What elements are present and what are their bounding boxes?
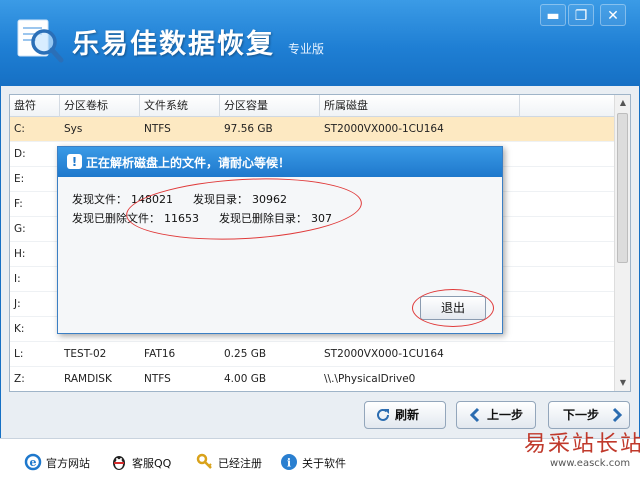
annotation-oval-exit: [412, 289, 494, 327]
cell-drive: G:: [14, 223, 26, 235]
scroll-thumb[interactable]: [617, 113, 628, 263]
table-row[interactable]: Z: RAMDISK NTFS 4.00 GB \\.\PhysicalDrive0: [10, 367, 630, 391]
cell-drive: J:: [14, 298, 21, 310]
key-icon: [196, 453, 212, 469]
ie-globe-icon: e: [24, 453, 42, 471]
found-files-label: 发现文件：: [72, 193, 127, 206]
refresh-icon: [377, 408, 389, 421]
close-button[interactable]: ✕: [600, 4, 626, 26]
cell-spacer: [520, 317, 616, 342]
cell-label: TEST-02: [64, 348, 107, 360]
column-header-disk[interactable]: 所属磁盘: [320, 95, 520, 117]
cell-disk: \\.\PhysicalDrive0: [324, 373, 416, 385]
qq-penguin-icon: [113, 456, 125, 470]
cell-label: RAMDISK: [64, 373, 112, 385]
column-header-spacer: [520, 95, 616, 117]
scroll-down-arrow-icon[interactable]: ▼: [615, 375, 630, 391]
app-edition: 专业版: [288, 42, 325, 56]
cell-filesystem: NTFS: [144, 373, 171, 385]
column-header-size[interactable]: 分区容量: [220, 95, 320, 117]
watermark-url: www.easck.com: [550, 458, 631, 469]
app-title: 乐易佳数据恢复: [72, 29, 275, 60]
dialog-body: 发现文件： 148021 发现目录： 30962 发现已删除文件： 11653 发现已删除…: [58, 172, 502, 333]
scan-progress-dialog: ! 正在解析磁盘上的文件，请耐心等候！ 发现文件： 148021 发现目录： 3096…: [57, 146, 503, 334]
cell-drive: C:: [14, 123, 25, 135]
cell-drive: I:: [14, 273, 21, 285]
info-icon: !: [67, 154, 82, 169]
chevron-left-icon: [469, 407, 480, 423]
table-header: 盘符 分区卷标 文件系统 分区容量 所属磁盘: [10, 95, 630, 117]
cell-spacer: [520, 117, 616, 142]
cell-spacer: [520, 217, 616, 242]
maximize-button[interactable]: ❐: [568, 4, 594, 26]
cell-size: 4.00 GB: [224, 373, 267, 385]
registered-label: 已经注册: [218, 457, 262, 470]
cell-spacer: [520, 192, 616, 217]
cell-spacer: [520, 292, 616, 317]
cell-spacer: [520, 242, 616, 267]
cell-spacer: [520, 167, 616, 192]
cell-disk: ST2000VX000-1CU164: [324, 348, 444, 360]
cell-disk: ST2000VX000-1CU164: [324, 123, 444, 135]
vertical-scrollbar[interactable]: ▲ ▼: [614, 95, 630, 391]
cell-spacer: [520, 267, 616, 292]
qq-support-label: 客服QQ: [132, 457, 172, 470]
minimize-button[interactable]: ▬: [540, 4, 566, 26]
prev-step-label: 上一步: [487, 408, 524, 422]
chevron-right-icon: [612, 407, 623, 423]
title-bar: 乐易佳数据恢复 专业版 ▬ ❐ ✕: [0, 0, 640, 86]
cell-drive: D:: [14, 148, 26, 160]
cell-filesystem: NTFS: [144, 123, 171, 135]
svg-text:e: e: [30, 456, 37, 469]
cell-spacer: [520, 142, 616, 167]
watermark-text: 易采站长站: [524, 432, 640, 457]
cell-drive: E:: [14, 173, 25, 185]
column-header-label[interactable]: 分区卷标: [60, 95, 140, 117]
refresh-label: 刷新: [395, 408, 420, 422]
cell-filesystem: FAT16: [144, 348, 176, 360]
table-row[interactable]: L: TEST-02 FAT16 0.25 GB ST2000VX000-1CU164: [10, 342, 630, 367]
cell-size: 97.56 GB: [224, 123, 273, 135]
cell-size: 0.25 GB: [224, 348, 267, 360]
info-circle-icon: i: [281, 454, 297, 470]
cell-label: Sys: [64, 123, 83, 135]
cell-drive: K:: [14, 323, 25, 335]
column-header-drive[interactable]: 盘符: [10, 95, 60, 117]
annotation-oval-stats: [124, 172, 364, 246]
dialog-header: ! 正在解析磁盘上的文件，请耐心等候！: [58, 147, 502, 177]
column-header-filesystem[interactable]: 文件系统: [140, 95, 220, 117]
cell-spacer: [520, 367, 616, 391]
table-row[interactable]: C: Sys NTFS 97.56 GB ST2000VX000-1CU164: [10, 117, 630, 142]
website-label: 官方网站: [46, 457, 90, 470]
scroll-up-arrow-icon[interactable]: ▲: [615, 95, 630, 111]
cell-spacer: [520, 342, 616, 367]
cell-drive: L:: [14, 348, 24, 360]
svg-text:i: i: [287, 457, 291, 470]
cell-drive: Z:: [14, 373, 25, 385]
magnifier-logo-icon: [17, 19, 64, 63]
cell-drive: F:: [14, 198, 23, 210]
about-label: 关于软件: [302, 457, 346, 470]
refresh-button[interactable]: 刷新: [364, 401, 446, 429]
svg-text:!: !: [72, 155, 77, 169]
dialog-title: 正在解析磁盘上的文件，请耐心等候！: [86, 156, 291, 170]
site-watermark: 易采站长站 www.easck.com: [520, 424, 640, 480]
cell-drive: H:: [14, 248, 26, 260]
